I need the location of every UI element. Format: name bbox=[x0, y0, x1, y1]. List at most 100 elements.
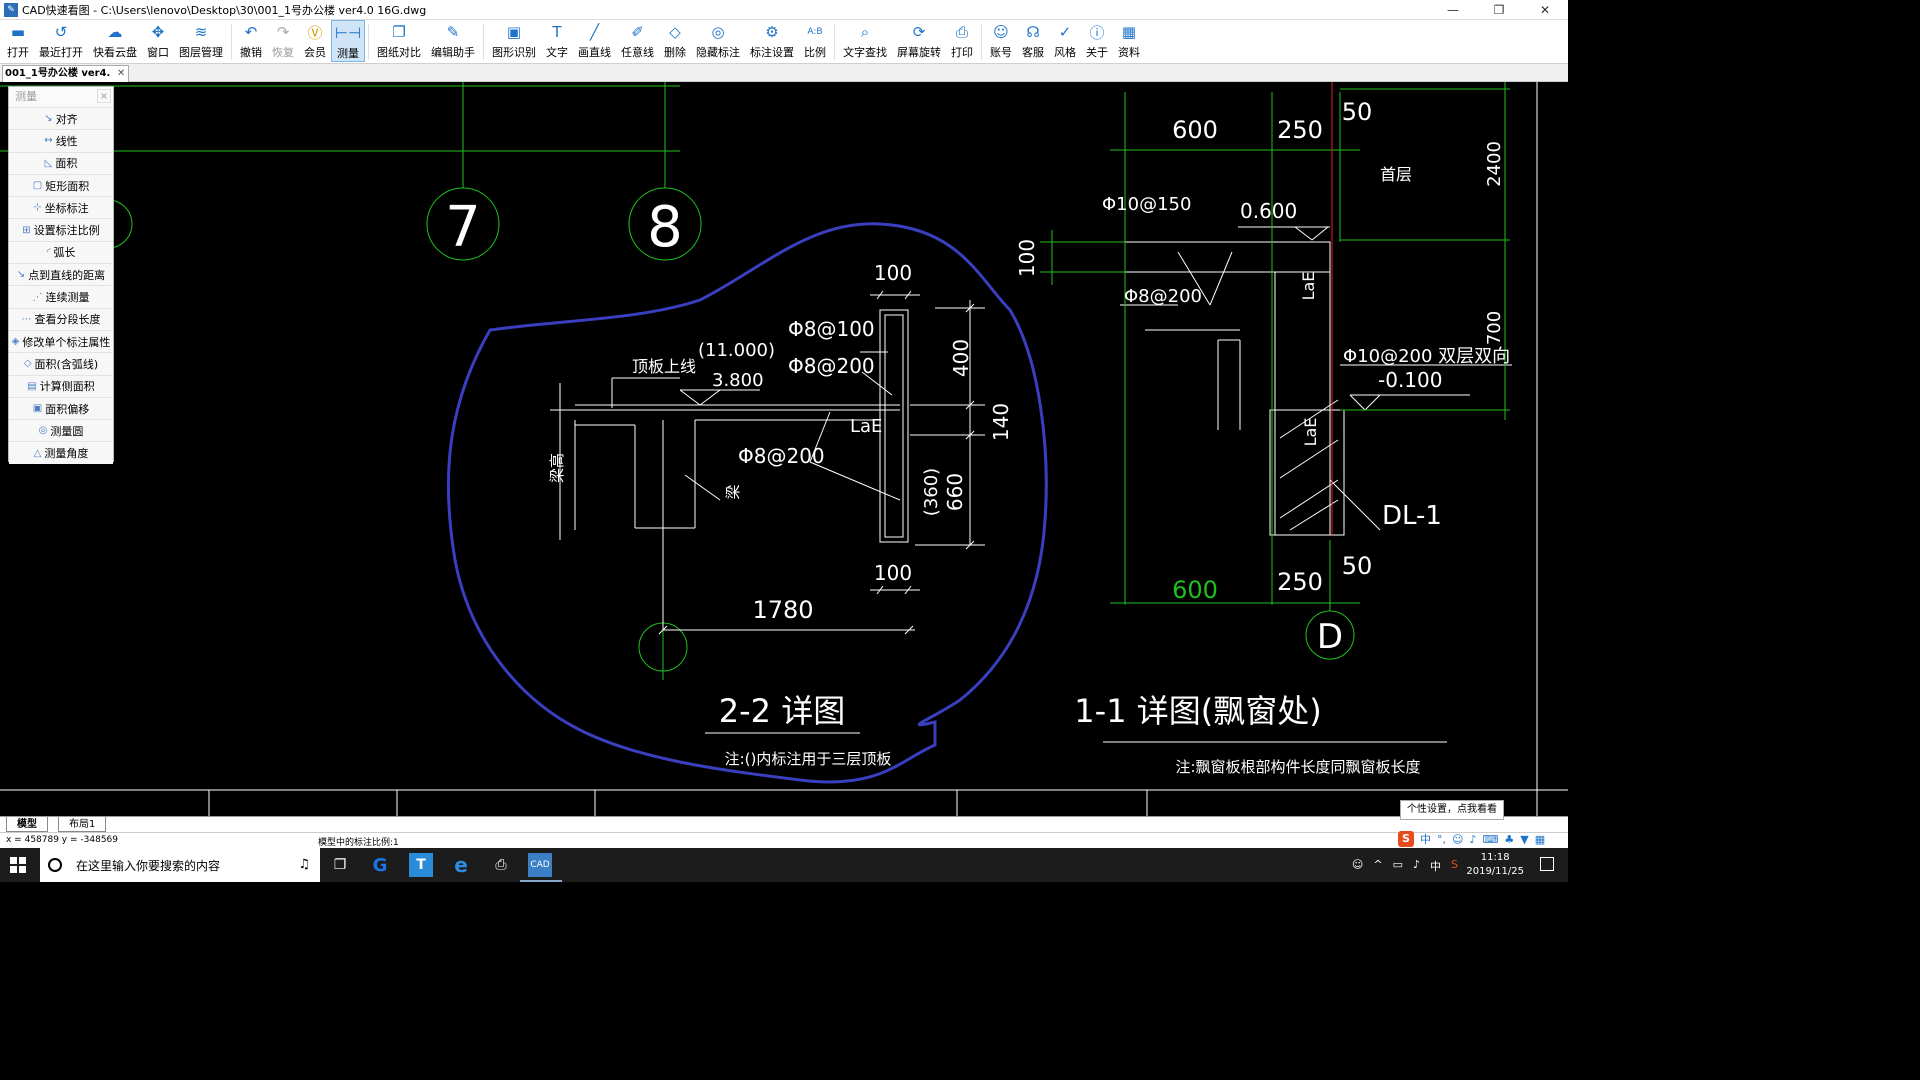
measure-item[interactable]: ▣ 面积偏移 bbox=[9, 396, 113, 420]
sogou-tray-icon[interactable]: S bbox=[1451, 858, 1458, 874]
drawing-canvas[interactable]: 7 8 D 100 Φ8@100 Φ8@200 Φ8@200 (11.000) … bbox=[0, 82, 1568, 816]
measure-item[interactable]: ◈ 修改单个标注属性 bbox=[9, 329, 113, 353]
measure-item[interactable]: △ 测量角度 bbox=[9, 441, 113, 464]
toolbar-resources-button[interactable]: ▦ 资料 bbox=[1113, 20, 1145, 62]
keyboard-icon[interactable]: ⌨ bbox=[1483, 833, 1499, 846]
microphone-icon[interactable]: ♪ bbox=[1469, 833, 1476, 846]
document-tab[interactable]: 001_1号办公楼 ver4. ✕ bbox=[2, 65, 130, 82]
toolbar-freehand-button[interactable]: ✐ 任意线 bbox=[616, 20, 659, 62]
measure-item[interactable]: ⊹ 坐标标注 bbox=[9, 196, 113, 219]
measure-item[interactable]: ↘ 对齐 bbox=[9, 107, 113, 130]
ime-punct[interactable]: °, bbox=[1437, 833, 1446, 846]
toolbar-support-button[interactable]: ☊ 客服 bbox=[1017, 20, 1049, 62]
toolbar-vip-button[interactable]: Ⓥ 会员 bbox=[299, 20, 331, 62]
ime-lang[interactable]: 中 bbox=[1420, 831, 1431, 847]
taskbar-search[interactable]: 在这里输入你要搜索的内容 ♫ bbox=[40, 848, 320, 882]
toolbar-recent-button[interactable]: ↺ 最近打开 bbox=[34, 20, 88, 62]
edge-icon[interactable]: e bbox=[449, 853, 473, 877]
clock[interactable]: 11:18 2019/11/25 bbox=[1466, 851, 1524, 879]
document-tab-close-icon[interactable]: ✕ bbox=[117, 66, 125, 81]
measure-item[interactable]: ▤ 计算侧面积 bbox=[9, 374, 113, 397]
measure-item[interactable]: ◺ 面积 bbox=[9, 151, 113, 174]
toolbar-label: 隐藏标注 bbox=[696, 46, 740, 59]
toolbar-eraser-button[interactable]: ◇ 删除 bbox=[659, 20, 691, 62]
measure-item-label: 设置标注比例 bbox=[33, 224, 100, 238]
windows-start-icon[interactable] bbox=[10, 857, 26, 873]
toolbar-edit-assistant-button[interactable]: ✎ 编辑助手 bbox=[426, 20, 480, 62]
window-icon: ✥ bbox=[151, 23, 165, 41]
account-icon: ☺ bbox=[993, 23, 1009, 41]
measure-item[interactable]: ↔ 线性 bbox=[9, 129, 113, 152]
measure-item[interactable]: ⋯ 查看分段长度 bbox=[9, 307, 113, 330]
skin-icon[interactable]: ♣ bbox=[1504, 833, 1514, 846]
shirt-icon[interactable]: ▼ bbox=[1520, 833, 1528, 846]
app-t-icon[interactable]: T bbox=[409, 853, 433, 877]
support-icon: ☊ bbox=[1026, 23, 1040, 41]
task-view-icon[interactable]: ❐ bbox=[328, 853, 352, 877]
toolbar-redo-button[interactable]: ↷ 恢复 bbox=[267, 20, 299, 62]
toolbar-account-button[interactable]: ☺ 账号 bbox=[985, 20, 1017, 62]
network-icon[interactable]: ▭ bbox=[1393, 858, 1403, 874]
measure-item[interactable]: ▢ 矩形面积 bbox=[9, 173, 113, 197]
toolbar-text-search-button[interactable]: ⌕ 文字查找 bbox=[838, 20, 892, 62]
minimize-button[interactable]: — bbox=[1430, 0, 1476, 20]
toolbar-compare-button[interactable]: ❐ 图纸对比 bbox=[372, 20, 426, 62]
emoji-icon[interactable]: ☺ bbox=[1452, 833, 1463, 846]
dim-600-bottom: 600 bbox=[1172, 576, 1218, 604]
notification-icon[interactable] bbox=[1540, 857, 1554, 871]
toolbar-style-button[interactable]: ✓ 风格 bbox=[1049, 20, 1081, 62]
toolbar-scale-button[interactable]: A:B 比例 bbox=[799, 20, 831, 62]
windows-taskbar: 在这里输入你要搜索的内容 ♫ ❐ G T e ⎙ CAD ☺ ^ ▭ ♪ 中 S… bbox=[0, 848, 1568, 882]
person-icon[interactable]: ☺ bbox=[1352, 858, 1363, 874]
toolbar-shape-recognize-button[interactable]: ▣ 图形识别 bbox=[487, 20, 541, 62]
layout-tabs: 模型 布局1 bbox=[0, 816, 1568, 832]
tab-model[interactable]: 模型 bbox=[6, 817, 48, 832]
dim-600-top: 600 bbox=[1172, 116, 1218, 144]
toolbar-undo-button[interactable]: ↶ 撤销 bbox=[235, 20, 267, 62]
toolbar-about-button[interactable]: ⓘ 关于 bbox=[1081, 20, 1113, 62]
toolbar-layers-button[interactable]: ≋ 图层管理 bbox=[174, 20, 228, 62]
chevron-up-icon[interactable]: ^ bbox=[1373, 858, 1382, 874]
volume-icon[interactable]: ♪ bbox=[1413, 858, 1420, 874]
app-printer-icon[interactable]: ⎙ bbox=[489, 853, 513, 877]
toolbar-hide-annotation-button[interactable]: ◎ 隐藏标注 bbox=[691, 20, 745, 62]
tray-lang[interactable]: 中 bbox=[1430, 858, 1441, 874]
toolbar-window-button[interactable]: ✥ 窗口 bbox=[142, 20, 174, 62]
tab-layout1[interactable]: 布局1 bbox=[58, 817, 107, 832]
measure-panel-header: 测量 × bbox=[9, 87, 113, 107]
cad-app-icon[interactable]: CAD bbox=[528, 853, 552, 877]
toolbar-label: 图纸对比 bbox=[377, 46, 421, 59]
toolbar-label: 快看云盘 bbox=[93, 46, 137, 59]
toolbar-label: 资料 bbox=[1118, 46, 1140, 59]
toolbar-open-folder-button[interactable]: ▬ 打开 bbox=[2, 20, 34, 62]
toolbar-text-button[interactable]: T 文字 bbox=[541, 20, 573, 62]
measure-tool-icon: ⊞ bbox=[22, 224, 31, 236]
roof-line-label: 顶板上线 bbox=[632, 357, 696, 376]
toolbar-annotation-settings-button[interactable]: ⚙ 标注设置 bbox=[745, 20, 799, 62]
measure-tool-icon: ◺ bbox=[44, 157, 53, 169]
measure-panel-close-icon[interactable]: × bbox=[97, 89, 111, 103]
measure-item[interactable]: ⊞ 设置标注比例 bbox=[9, 218, 113, 241]
toolbar-rotate-screen-button[interactable]: ⟳ 屏幕旋转 bbox=[892, 20, 946, 62]
measure-item[interactable]: ◜ 弧长 bbox=[9, 240, 113, 264]
toolbar-cloud-button[interactable]: ☁ 快看云盘 bbox=[88, 20, 142, 62]
toolbar-print-button[interactable]: ⎙ 打印 bbox=[946, 20, 978, 62]
browser-g-icon[interactable]: G bbox=[368, 853, 392, 877]
personalize-tooltip[interactable]: 个性设置，点我看看 bbox=[1400, 800, 1504, 820]
toolbar-label: 撤销 bbox=[240, 46, 262, 59]
measure-item-label: 查看分段长度 bbox=[34, 313, 101, 327]
measure-tool-icon: △ bbox=[33, 447, 42, 459]
maximize-button[interactable]: ❐ bbox=[1476, 0, 1522, 20]
dim-700: 700 bbox=[1484, 311, 1505, 345]
measure-item[interactable]: ◇ 面积(含弧线) bbox=[9, 352, 113, 375]
toolbar-measure-button[interactable]: ⊢⊣ 测量 bbox=[331, 20, 365, 62]
measure-item[interactable]: ⋰ 连续测量 bbox=[9, 285, 113, 308]
grid-icon[interactable]: ▦ bbox=[1535, 833, 1545, 846]
close-button[interactable]: ✕ bbox=[1522, 0, 1568, 20]
measure-item[interactable]: ◎ 测量圆 bbox=[9, 419, 113, 442]
toolbar-line-button[interactable]: ╱ 画直线 bbox=[573, 20, 616, 62]
mic-icon[interactable]: ♫ bbox=[298, 857, 310, 872]
toolbar-separator bbox=[368, 24, 369, 60]
measure-item[interactable]: ↘ 点到直线的距离 bbox=[9, 263, 113, 286]
sogou-ime-icon[interactable]: S bbox=[1398, 831, 1414, 847]
